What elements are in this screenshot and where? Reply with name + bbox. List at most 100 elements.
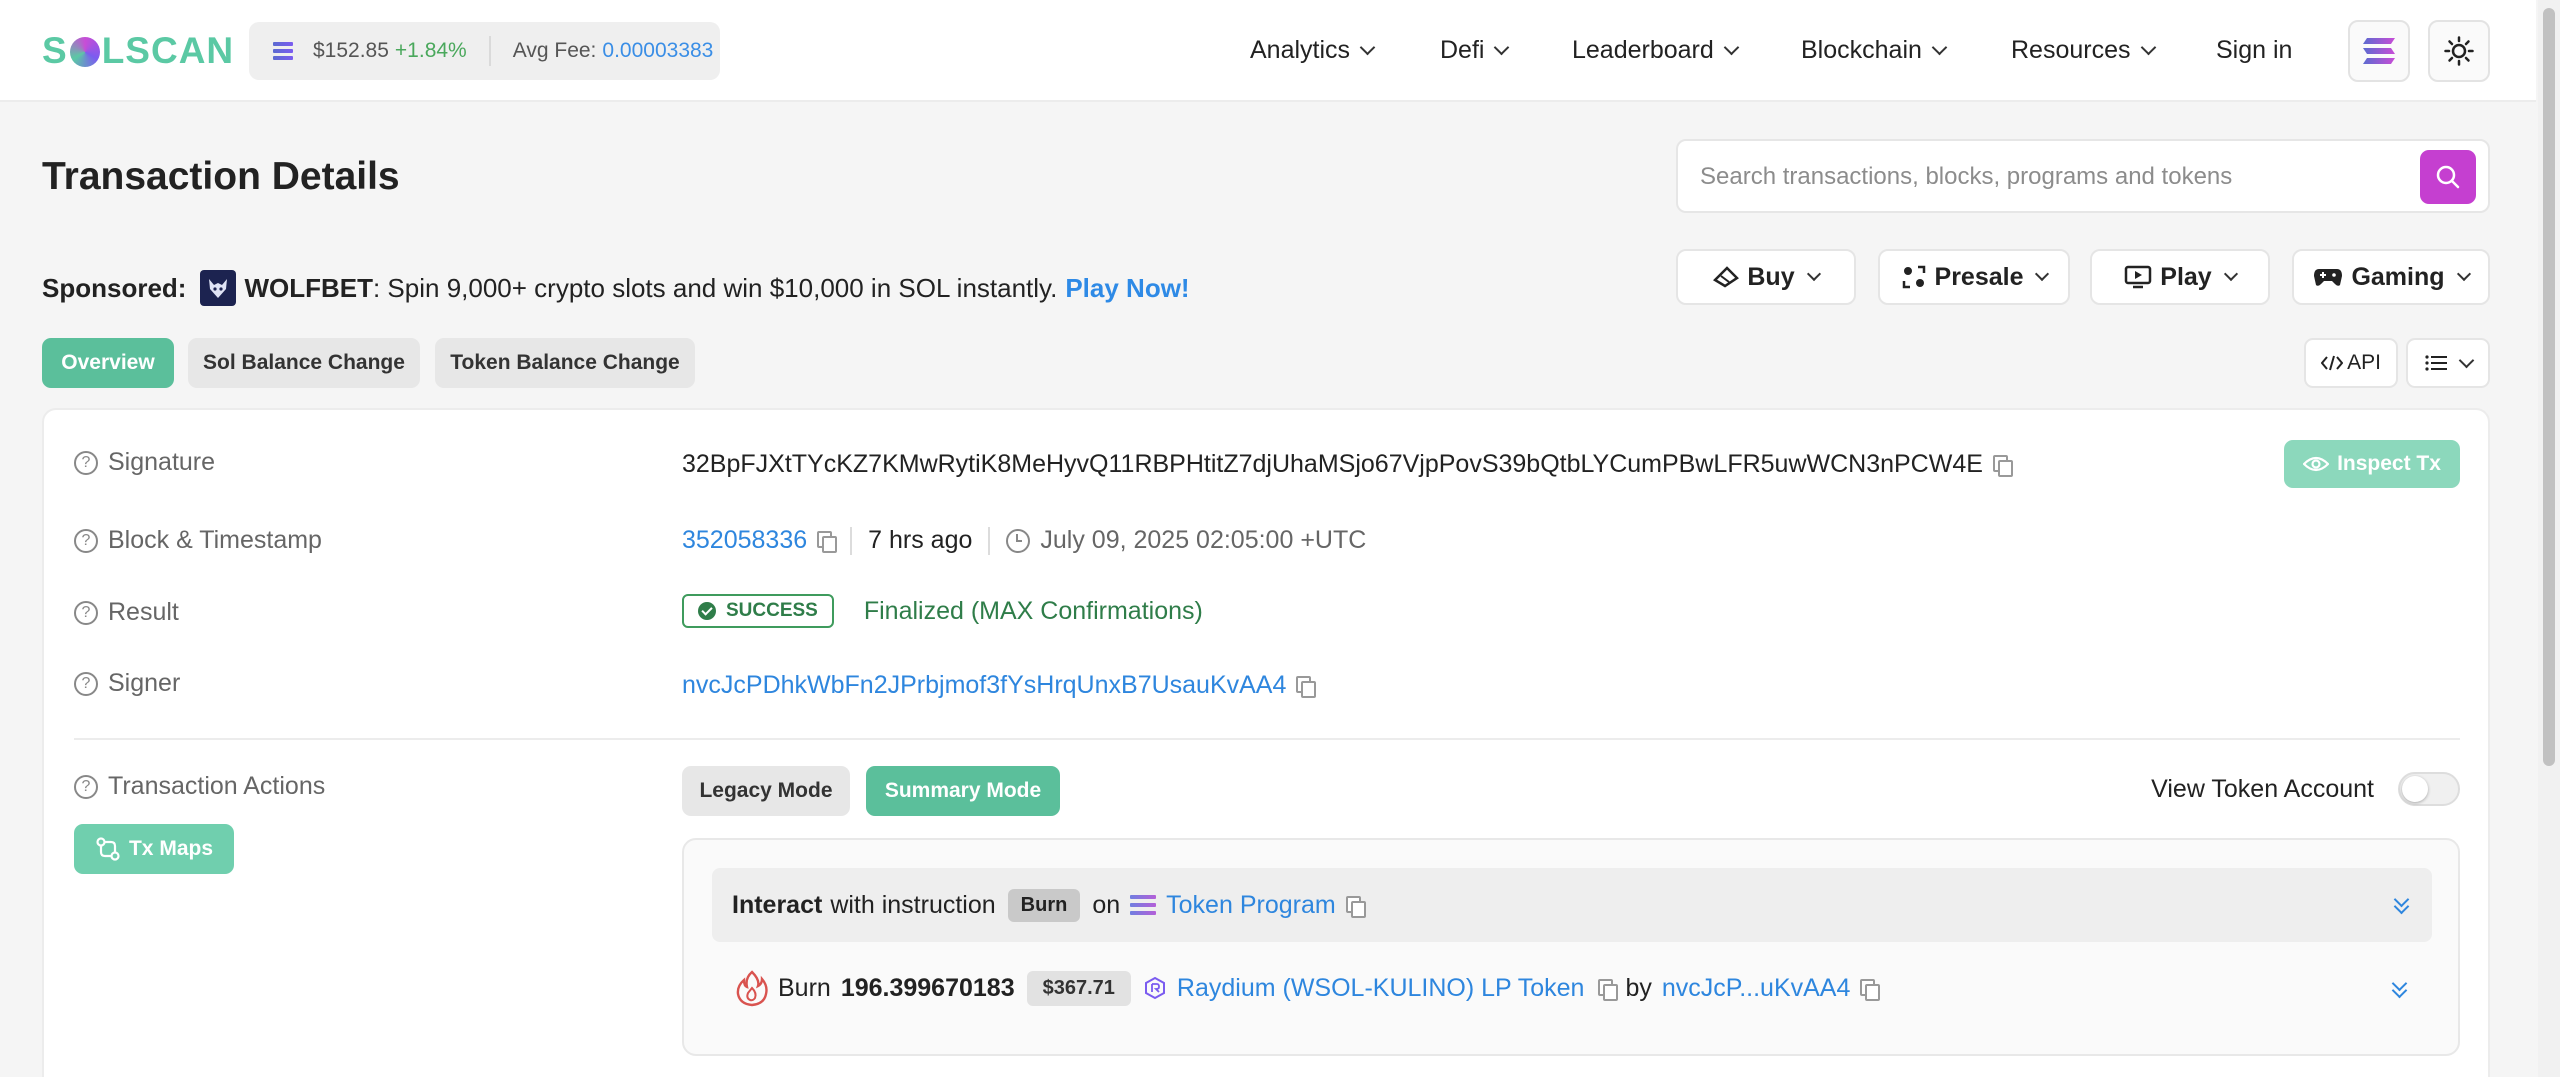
network-switch-button[interactable] [2348, 20, 2410, 82]
chevron-down-icon [1723, 39, 1740, 55]
check-circle-icon [698, 602, 716, 620]
play-dropdown[interactable]: Play [2090, 249, 2270, 305]
timestamp: July 09, 2025 02:05:00 +UTC [1040, 526, 1367, 554]
inspect-tx-label: Inspect Tx [2337, 452, 2441, 475]
logo-o-icon [69, 37, 100, 67]
instruction-row: Interact with instruction Burn on Token … [712, 868, 2432, 942]
result-value-group: SUCCESS Finalized (MAX Confirmations) [682, 594, 1203, 628]
interact-label: Interact [732, 890, 823, 919]
tab-token-balance-change[interactable]: Token Balance Change [435, 338, 695, 388]
token-program-link[interactable]: Token Program [1166, 891, 1336, 920]
sol-price-change: +1.84% [394, 39, 467, 62]
chevron-down-icon [1806, 266, 1821, 282]
list-icon [2424, 355, 2447, 371]
tab-sol-balance-change[interactable]: Sol Balance Change [188, 338, 420, 388]
chevron-down-icon [2035, 266, 2050, 282]
gamepad-icon [2314, 269, 2343, 286]
nav-blockchain[interactable]: Blockchain [1801, 30, 1948, 70]
top-header: S LSCAN $152.85 +1.84% Avg Fee: 0.0000338… [0, 0, 2536, 102]
search-icon [2436, 165, 2460, 189]
help-icon[interactable]: ? [74, 671, 98, 696]
chevron-down-icon [2458, 352, 2474, 368]
chevrons-down-icon[interactable] [2394, 894, 2410, 916]
fire-icon [736, 970, 768, 1007]
nav-leaderboard-label: Leaderboard [1572, 35, 1714, 64]
presale-icon [1902, 265, 1925, 289]
chevron-down-icon [1931, 39, 1948, 55]
page-scrollbar[interactable] [2538, 0, 2560, 1077]
clock-icon [1006, 528, 1031, 553]
copy-icon[interactable] [1345, 895, 1366, 918]
signer-link[interactable]: nvcJcPDhkWbFn2JPrbjmof3fYsHrqUnxB7UsauKv… [682, 671, 1286, 700]
block-row-label: ? Block & Timestamp [74, 526, 322, 555]
api-label: API [2347, 351, 2381, 374]
burn-by-account-link[interactable]: nvcJcP...uKvAA4 [1662, 974, 1851, 1003]
burn-usd-value: $367.71 [1026, 970, 1131, 1006]
copy-icon[interactable] [817, 531, 838, 553]
divider [488, 36, 491, 66]
status-badge: SUCCESS [682, 594, 834, 628]
solscan-logo[interactable]: S LSCAN [42, 28, 234, 74]
sun-icon [2444, 36, 2474, 66]
avg-fee-label: Avg Fee: [512, 39, 597, 62]
copy-icon[interactable] [1992, 455, 2013, 477]
search-button[interactable] [2420, 150, 2476, 204]
scrollbar-thumb[interactable] [2543, 8, 2555, 766]
nav-resources-label: Resources [2011, 35, 2131, 64]
sponsored-label: Sponsored: [42, 272, 187, 303]
nav-resources[interactable]: Resources [2011, 30, 2156, 70]
raydium-icon [1144, 976, 1165, 1000]
presale-dropdown[interactable]: Presale [1878, 249, 2070, 305]
theme-toggle-button[interactable] [2428, 20, 2490, 82]
nav-analytics-label: Analytics [1250, 35, 1351, 64]
search-input[interactable] [1700, 155, 2390, 199]
copy-icon[interactable] [1296, 676, 1317, 698]
tx-maps-button[interactable]: Tx Maps [74, 824, 234, 874]
presale-label: Presale [1934, 262, 2024, 291]
help-icon[interactable]: ? [74, 774, 98, 799]
buy-dropdown[interactable]: Buy [1676, 249, 1856, 305]
tx-maps-label: Tx Maps [128, 837, 214, 860]
view-token-account-label: View Token Account [2151, 774, 2374, 803]
eye-icon [2303, 456, 2330, 472]
lp-token-link[interactable]: Raydium (WSOL-KULINO) LP Token [1177, 974, 1585, 1003]
view-token-account-toggle[interactable] [2398, 772, 2460, 806]
nav-analytics[interactable]: Analytics [1250, 30, 1376, 70]
actions-row-label: ? Transaction Actions [74, 772, 325, 801]
result-label: Result [108, 598, 179, 626]
divider [850, 526, 853, 555]
api-button[interactable]: API [2304, 338, 2398, 388]
solana-icon [273, 42, 293, 60]
copy-icon[interactable] [1860, 978, 1881, 1001]
tab-overview[interactable]: Overview [42, 338, 174, 388]
list-options-button[interactable] [2406, 338, 2490, 388]
sponsored-cta-link[interactable]: Play Now! [1065, 273, 1189, 304]
signature-value: 32BpFJXtTYcKZ7KMwRytiK8MeHyvQ11RBPHtitZ7… [682, 450, 1983, 478]
gaming-label: Gaming [2351, 262, 2445, 291]
finalized-text: Finalized (MAX Confirmations) [863, 596, 1203, 625]
sign-in-label: Sign in [2216, 35, 2293, 64]
inspect-tx-button[interactable]: Inspect Tx [2284, 440, 2460, 488]
help-icon[interactable]: ? [74, 450, 98, 475]
avg-fee-value: 0.00003383 [602, 39, 714, 62]
transaction-actions-label: Transaction Actions [108, 772, 326, 800]
legacy-mode-button[interactable]: Legacy Mode [682, 766, 850, 816]
route-icon [96, 837, 120, 861]
sponsored-text: : Spin 9,000+ crypto slots and win $10,0… [372, 272, 1058, 303]
nav-leaderboard[interactable]: Leaderboard [1572, 30, 1740, 70]
chevrons-down-icon[interactable] [2392, 978, 2408, 1000]
sign-in-link[interactable]: Sign in [2216, 30, 2292, 70]
chevron-down-icon [2223, 266, 2238, 282]
search-bar [1676, 139, 2490, 213]
status-badge-label: SUCCESS [726, 600, 818, 621]
result-row-label: ? Result [74, 598, 179, 627]
monitor-play-icon [2125, 265, 2152, 289]
help-icon[interactable]: ? [74, 528, 98, 553]
help-icon[interactable]: ? [74, 600, 98, 625]
summary-mode-button[interactable]: Summary Mode [866, 766, 1060, 816]
gaming-dropdown[interactable]: Gaming [2292, 249, 2490, 305]
on-text: on [1092, 890, 1121, 919]
block-number-link[interactable]: 352058336 [682, 526, 807, 555]
copy-icon[interactable] [1598, 978, 1619, 1001]
nav-defi[interactable]: Defi [1440, 30, 1510, 70]
